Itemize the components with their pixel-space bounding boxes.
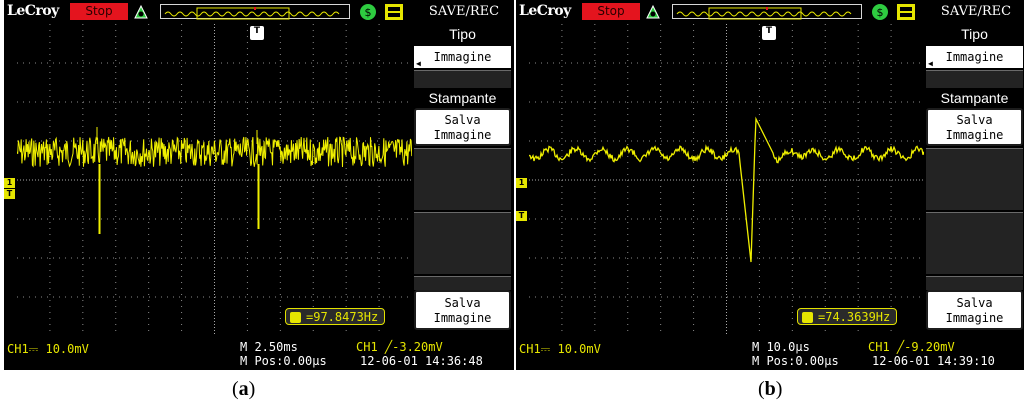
waveform-overview-icon <box>676 7 852 20</box>
side-menu: Tipo ◀ Immagine Stampante Salva Immagine… <box>414 24 511 336</box>
run-state-badge[interactable]: Stop <box>582 3 640 20</box>
frequency-readout: =97.8473Hz <box>285 308 386 325</box>
horizontal-position: M Pos:0.00μs <box>752 354 839 368</box>
save-image-line1: Salva <box>956 296 993 310</box>
menu-empty-slot[interactable] <box>926 276 1023 290</box>
waveform-display: =97.8473Hz <box>17 24 412 336</box>
menu-type-label: Tipo <box>414 24 511 44</box>
menu-type-value[interactable]: ◀ Immagine <box>926 46 1023 68</box>
frequency-readout: =74.3639Hz <box>797 308 898 325</box>
date-time: 12-06-01 14:39:10 <box>872 354 995 368</box>
side-menu: Tipo ◀ Immagine Stampante Salva Immagine… <box>926 24 1023 336</box>
waveform-overview-icon <box>164 7 340 20</box>
save-image-button-1[interactable]: Salva Immagine <box>926 108 1023 146</box>
frequency-icon <box>290 312 301 323</box>
menu-type-value-text: Immagine <box>433 50 492 64</box>
menu-type-label: Tipo <box>926 24 1023 44</box>
timebase-overview <box>160 4 350 20</box>
timebase-overview <box>672 4 862 20</box>
svg-text:$: $ <box>877 6 884 19</box>
save-image-button-2[interactable]: Salva Immagine <box>926 290 1023 330</box>
frequency-value: =97.8473Hz <box>306 310 379 324</box>
menu-empty-slot[interactable] <box>414 148 511 210</box>
usb-icon: $ <box>872 4 888 20</box>
menu-separator <box>926 70 1023 88</box>
save-image-line2: Immagine <box>433 311 492 325</box>
ch1-ground-marker[interactable]: 1 <box>4 178 15 188</box>
top-bar: LeCroy Stop $ SAVE/REC <box>516 0 1024 24</box>
frequency-value: =74.3639Hz <box>818 310 891 324</box>
trigger-position-marker[interactable]: T <box>250 26 264 40</box>
caption-a-letter: a <box>238 378 249 400</box>
ch1-ground-marker[interactable]: 1 <box>516 178 527 188</box>
menu-empty-slot[interactable] <box>926 148 1023 210</box>
trigger-mode-icon <box>646 4 660 19</box>
graticule <box>529 24 924 336</box>
save-image-line1: Salva <box>444 113 481 127</box>
save-image-button-1[interactable]: Salva Immagine <box>414 108 511 146</box>
oscilloscope-screen-a: LeCroy Stop $ SAVE/REC =97.8473Hz T 1 T … <box>4 0 514 370</box>
menu-title: SAVE/REC <box>940 4 1012 19</box>
menu-type-value-text: Immagine <box>945 50 1004 64</box>
save-image-button-2[interactable]: Salva Immagine <box>414 290 511 330</box>
timebase-scale[interactable]: M 2.50ms <box>240 340 298 354</box>
caption-b: (b) <box>758 378 783 400</box>
save-image-line2: Immagine <box>433 128 492 142</box>
caption-a: (a) <box>232 378 256 400</box>
printer-icon <box>897 4 915 20</box>
trigger-setting[interactable]: CH1 ╱-9.20mV <box>868 340 955 354</box>
usb-icon: $ <box>360 4 376 20</box>
trigger-level-marker[interactable]: T <box>516 211 527 221</box>
menu-empty-slot[interactable] <box>414 276 511 290</box>
trigger-mode-icon <box>134 4 148 19</box>
brand-logo: LeCroy <box>519 3 571 19</box>
top-bar: LeCroy Stop $ SAVE/REC <box>4 0 514 24</box>
trigger-setting[interactable]: CH1 ╱-3.20mV <box>356 340 443 354</box>
save-image-line2: Immagine <box>945 128 1004 142</box>
menu-empty-slot[interactable] <box>414 212 511 274</box>
menu-title: SAVE/REC <box>428 4 500 19</box>
frequency-icon <box>802 312 813 323</box>
menu-separator <box>414 70 511 88</box>
graticule <box>17 24 412 336</box>
date-time: 12-06-01 14:36:48 <box>360 354 483 368</box>
save-image-line1: Salva <box>444 296 481 310</box>
brand-logo: LeCroy <box>7 3 59 19</box>
svg-text:$: $ <box>365 6 372 19</box>
printer-icon <box>385 4 403 20</box>
waveform-display: =74.3639Hz <box>529 24 924 336</box>
timebase-scale[interactable]: M 10.0μs <box>752 340 810 354</box>
save-image-line1: Salva <box>956 113 993 127</box>
run-state-badge[interactable]: Stop <box>70 3 128 20</box>
menu-empty-slot[interactable] <box>926 212 1023 274</box>
caption-b-letter: b <box>764 378 776 400</box>
oscilloscope-screen-b: LeCroy Stop $ SAVE/REC =74.3639Hz T 1 T … <box>516 0 1024 370</box>
grid-lines <box>529 24 924 336</box>
menu-type-value[interactable]: ◀ Immagine <box>414 46 511 68</box>
trigger-position-marker[interactable]: T <box>762 26 776 40</box>
channel-scale[interactable]: CH1⎓ 10.0mV <box>7 342 89 357</box>
menu-printer-label: Stampante <box>414 88 511 108</box>
menu-printer-label: Stampante <box>926 88 1023 108</box>
trigger-level-marker[interactable]: T <box>4 189 15 199</box>
status-bar: CH1⎓ 10.0mV M 10.0μs M Pos:0.00μs CH1 ╱-… <box>516 336 1024 370</box>
status-bar: CH1⎓ 10.0mV M 2.50ms M Pos:0.00μs CH1 ╱-… <box>4 336 514 370</box>
channel-scale[interactable]: CH1⎓ 10.0mV <box>519 342 601 357</box>
grid-lines <box>17 24 412 336</box>
horizontal-position: M Pos:0.00μs <box>240 354 327 368</box>
save-image-line2: Immagine <box>945 311 1004 325</box>
